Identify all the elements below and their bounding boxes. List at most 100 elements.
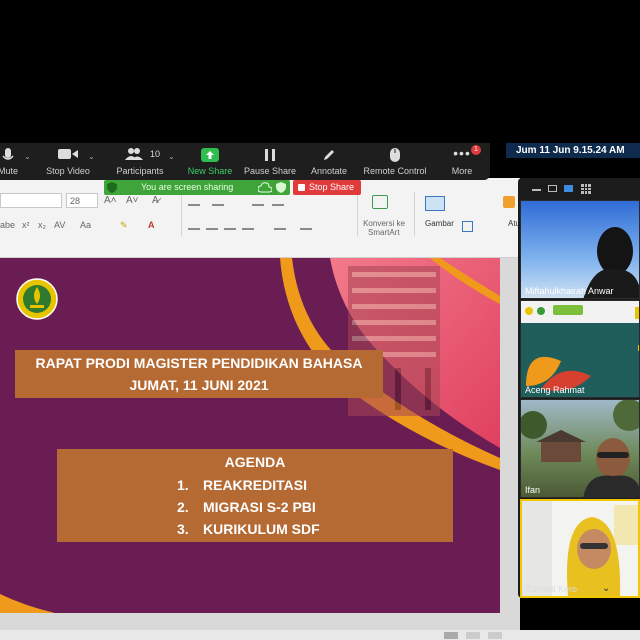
textbox-icon[interactable] — [462, 221, 473, 232]
line-spacing-icon[interactable] — [274, 220, 286, 230]
share-arrow-icon — [201, 148, 219, 162]
agenda-title: AGENDA — [224, 454, 286, 470]
participant-name: Ifan — [525, 485, 541, 495]
annotate-button[interactable]: Annotate — [304, 143, 354, 180]
speaker-view-icon[interactable] — [548, 185, 557, 192]
align-right-icon[interactable] — [224, 220, 236, 230]
agenda-number: 3. — [177, 521, 189, 537]
minimize-icon[interactable] — [532, 189, 541, 191]
strike-icon[interactable]: abe — [0, 220, 15, 230]
subscript-icon[interactable]: x₂ — [38, 220, 46, 230]
screen-sharing-indicator[interactable]: You are screen sharing — [104, 180, 290, 195]
presentation-slide[interactable]: RAPAT PRODI MAGISTER PENDIDIKAN BAHASA J… — [0, 258, 500, 613]
numbering-icon[interactable] — [212, 196, 224, 206]
shield-check-icon — [276, 182, 286, 193]
mute-label: Mute — [0, 166, 18, 176]
agenda-text: REAKREDITASI — [203, 477, 307, 493]
banner-graphic — [553, 305, 583, 315]
banner-graphic — [635, 307, 639, 319]
stop-share-label: Stop Share — [309, 182, 355, 192]
bullets-icon[interactable] — [188, 196, 200, 206]
slide-title-box[interactable]: RAPAT PRODI MAGISTER PENDIDIKAN BAHASA J… — [15, 350, 383, 398]
arrange-icon[interactable] — [503, 196, 515, 208]
chevron-down-icon[interactable]: ⌄ — [602, 583, 610, 594]
indent-icon[interactable] — [252, 196, 264, 206]
agenda-item: 2. MIGRASI S-2 PBI — [177, 499, 316, 515]
participant-video-tile[interactable]: Aceng Rahmat — [520, 300, 640, 398]
participants-count: 10 — [150, 149, 161, 159]
video-camera-icon — [58, 149, 78, 159]
menu-bar-clock: Jum 11 Jun 9.15.24 AM — [506, 143, 640, 158]
participant-name: Aceng Rahmat — [525, 385, 585, 395]
shield-check-icon — [107, 182, 117, 193]
picture-icon[interactable] — [425, 196, 445, 211]
slide-title-line2: JUMAT, 11 JUNI 2021 — [129, 377, 269, 393]
normal-view-icon[interactable] — [444, 632, 458, 639]
stop-share-button[interactable]: Stop Share — [293, 180, 361, 195]
justify-icon[interactable] — [242, 220, 254, 230]
clear-format-icon[interactable]: A̷ — [152, 195, 159, 206]
stop-video-button[interactable]: Stop Video — [44, 143, 92, 180]
participant-video — [522, 501, 638, 596]
align-center-icon[interactable] — [206, 220, 218, 230]
gallery-view-icon[interactable] — [581, 184, 591, 194]
participants-icon — [125, 148, 143, 160]
agenda-text: MIGRASI S-2 PBI — [203, 499, 316, 515]
font-name-box[interactable] — [0, 193, 62, 208]
more-button[interactable]: ••• 1 More — [440, 143, 484, 180]
slide-title-line1: RAPAT PRODI MAGISTER PENDIDIKAN BAHASA — [35, 355, 363, 371]
participants-button[interactable]: 10 Participants — [114, 143, 166, 180]
remote-control-button[interactable]: Remote Control — [362, 143, 428, 180]
ribbon-divider — [357, 192, 358, 236]
agenda-item: 3. KURIKULUM SDF — [177, 521, 320, 537]
align-left-icon[interactable] — [188, 220, 200, 230]
chevron-down-icon[interactable]: ⌄ — [88, 152, 96, 161]
more-dots-icon: ••• — [453, 145, 471, 161]
smartart-icon[interactable] — [372, 195, 388, 209]
font-size-box[interactable]: 28 — [66, 193, 98, 208]
participant-name: Miftahulkhairah Anwar — [525, 286, 614, 296]
convert-smartart-line2[interactable]: SmartArt — [368, 228, 400, 237]
logo-icon — [537, 307, 545, 315]
university-logo — [16, 278, 58, 320]
new-share-label: New Share — [187, 166, 233, 176]
agenda-box[interactable]: AGENDA 1. REAKREDITASI 2. MIGRASI S-2 PBI … — [57, 449, 453, 542]
annotate-label: Annotate — [310, 166, 348, 176]
new-share-button[interactable]: New Share — [184, 143, 236, 180]
pause-share-button[interactable]: Pause Share — [242, 143, 298, 180]
participant-video-tile[interactable]: Ifan — [520, 399, 640, 498]
ribbon-divider — [181, 192, 182, 236]
change-case-icon[interactable]: Aa — [80, 220, 91, 230]
logo-icon — [525, 307, 533, 315]
chevron-down-icon[interactable]: ⌄ — [24, 152, 32, 161]
zoom-meeting-toolbar: Mute ⌄ Stop Video ⌄ 10 Participants ⌄ Ne… — [0, 143, 490, 180]
participant-video-tile[interactable]: Miftahulkhairah Anwar — [520, 200, 640, 299]
outdent-icon[interactable] — [272, 196, 284, 206]
font-size-value: 28 — [70, 196, 81, 206]
participant-video — [521, 400, 639, 497]
mute-button[interactable]: Mute — [0, 143, 28, 180]
reading-view-icon[interactable] — [488, 632, 502, 639]
status-bar — [0, 630, 640, 640]
slide-sorter-icon[interactable] — [466, 632, 480, 639]
participant-video-tile-active[interactable]: Zuriyati Kero ⌄ — [520, 499, 640, 598]
chevron-down-icon[interactable]: ⌄ — [168, 152, 176, 161]
picture-label[interactable]: Gambar — [425, 219, 454, 228]
stop-icon — [298, 184, 305, 191]
screen-sharing-message: You are screen sharing — [141, 182, 234, 192]
superscript-icon[interactable]: x² — [22, 220, 30, 230]
strip-view-icon[interactable] — [564, 185, 573, 192]
slide-decoration — [0, 258, 500, 613]
participant-name: Zuriyati Kero — [526, 584, 578, 594]
convert-smartart-line1[interactable]: Konversi ke — [362, 219, 406, 228]
shrink-font-icon[interactable]: A˅ — [126, 195, 139, 206]
mouse-icon — [390, 148, 400, 162]
pause-icon — [265, 149, 275, 161]
columns-icon[interactable] — [300, 220, 312, 230]
grow-font-icon[interactable]: A˄ — [104, 195, 117, 206]
char-spacing-icon[interactable]: AV — [54, 220, 65, 230]
agenda-item: 1. REAKREDITASI — [177, 477, 307, 493]
agenda-number: 1. — [177, 477, 189, 493]
highlight-icon[interactable]: ✎ — [120, 220, 128, 231]
font-color-icon[interactable]: A — [148, 220, 155, 230]
